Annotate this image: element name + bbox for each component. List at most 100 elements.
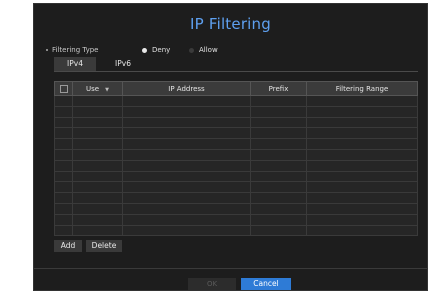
ip-filtering-dialog: IP Filtering Filtering Type Deny Allow I… <box>33 3 428 291</box>
table-row[interactable] <box>54 170 418 183</box>
tab-ipv6[interactable]: IPv6 <box>96 57 150 71</box>
table-cell <box>72 127 123 140</box>
table-cell <box>72 116 123 129</box>
table-cell <box>54 181 73 194</box>
filtering-type-row: Filtering Type <box>46 46 98 54</box>
column-use-label: Use <box>86 84 100 93</box>
table-row[interactable] <box>54 181 418 194</box>
table-cell <box>306 116 418 129</box>
tab-divider <box>54 71 418 72</box>
table-cell <box>306 181 418 194</box>
table-cell <box>72 202 123 215</box>
table-row[interactable] <box>54 105 418 118</box>
table-cell <box>72 159 123 172</box>
table-cell <box>306 159 418 172</box>
table-cell <box>54 213 73 226</box>
table-cell <box>122 95 251 107</box>
column-header-prefix: Prefix <box>250 81 307 96</box>
table-cell <box>54 170 73 183</box>
column-header-use[interactable]: Use ▼ <box>72 81 123 96</box>
table-row[interactable] <box>54 213 418 226</box>
table-cell <box>306 192 418 204</box>
sort-down-icon: ▼ <box>105 86 109 93</box>
table-cell <box>54 105 73 118</box>
table-cell <box>306 202 418 215</box>
table-cell <box>54 95 73 107</box>
table-cell <box>122 202 251 215</box>
table-cell <box>72 148 123 161</box>
footer-divider <box>34 268 427 269</box>
table-cell <box>54 224 73 237</box>
column-header-filtering-range: Filtering Range <box>306 81 418 96</box>
table-row[interactable] <box>54 202 418 215</box>
table-cell <box>250 159 307 172</box>
table-cell <box>72 138 123 150</box>
table-cell <box>54 116 73 129</box>
table-cell <box>250 170 307 183</box>
radio-allow[interactable]: Allow <box>189 46 218 54</box>
table-row[interactable] <box>54 192 418 204</box>
table-cell <box>72 95 123 107</box>
delete-button[interactable]: Delete <box>86 240 122 252</box>
table-cell <box>250 95 307 107</box>
table-cell <box>250 138 307 150</box>
table-cell <box>122 148 251 161</box>
table-cell <box>122 138 251 150</box>
radio-deny-label: Deny <box>152 46 171 54</box>
table-cell <box>122 192 251 204</box>
table-cell <box>122 224 251 237</box>
table-row[interactable] <box>54 138 418 150</box>
table-cell <box>54 148 73 161</box>
table-cell <box>250 127 307 140</box>
table-cell <box>72 105 123 118</box>
table-row[interactable] <box>54 116 418 129</box>
table-cell <box>306 138 418 150</box>
table-cell <box>306 105 418 118</box>
table-row[interactable] <box>54 224 418 237</box>
table-cell <box>250 224 307 237</box>
checkbox-icon <box>59 84 68 93</box>
table-cell <box>122 213 251 226</box>
table-cell <box>54 202 73 215</box>
table-header: Use ▼ IP Address Prefix Filtering Range <box>54 81 418 96</box>
table-cell <box>72 170 123 183</box>
table-cell <box>250 105 307 118</box>
table-cell <box>54 138 73 150</box>
table-row[interactable] <box>54 127 418 140</box>
ip-filter-table: Use ▼ IP Address Prefix Filtering Range <box>54 81 418 237</box>
table-cell <box>250 116 307 129</box>
table-cell <box>122 105 251 118</box>
table-cell <box>250 192 307 204</box>
table-cell <box>54 127 73 140</box>
bullet-icon <box>46 49 48 51</box>
table-cell <box>72 224 123 237</box>
table-cell <box>306 127 418 140</box>
table-cell <box>72 213 123 226</box>
table-cell <box>72 181 123 194</box>
radio-deny[interactable]: Deny <box>142 46 170 54</box>
table-cell <box>72 192 123 204</box>
column-header-ip-address: IP Address <box>122 81 251 96</box>
table-cell <box>306 170 418 183</box>
table-cell <box>306 95 418 107</box>
table-cell <box>122 170 251 183</box>
table-row[interactable] <box>54 148 418 161</box>
cancel-button[interactable]: Cancel <box>241 278 291 290</box>
table-row[interactable] <box>54 159 418 172</box>
tab-ipv4[interactable]: IPv4 <box>54 57 96 71</box>
radio-allow-label: Allow <box>199 46 218 54</box>
table-cell <box>250 213 307 226</box>
table-cell <box>122 127 251 140</box>
select-all-checkbox[interactable] <box>54 81 73 96</box>
table-cell <box>122 181 251 194</box>
table-cell <box>250 181 307 194</box>
table-cell <box>306 224 418 237</box>
table-cell <box>122 116 251 129</box>
table-cell <box>250 148 307 161</box>
radio-unselected-icon <box>189 48 194 53</box>
ok-button[interactable]: OK <box>188 278 236 290</box>
radio-selected-icon <box>142 48 147 53</box>
table-cell <box>306 213 418 226</box>
add-button[interactable]: Add <box>54 240 82 252</box>
table-row[interactable] <box>54 95 418 107</box>
